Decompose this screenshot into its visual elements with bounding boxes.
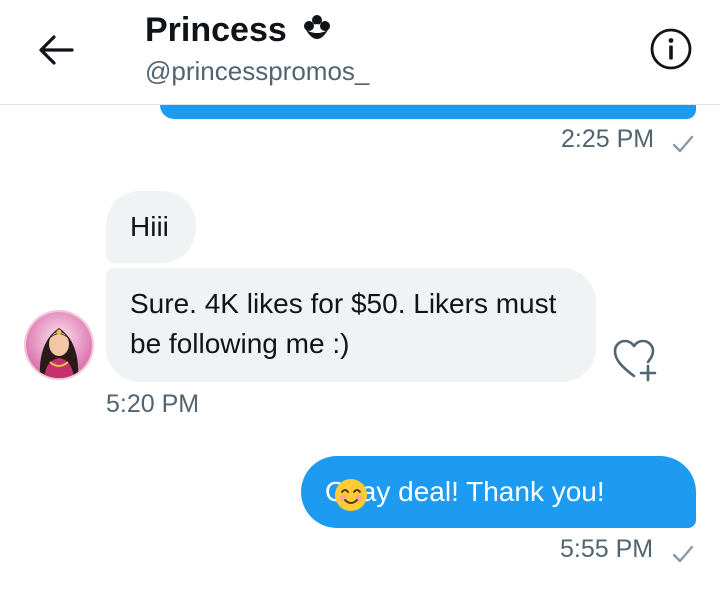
message-timestamp: 2:25 PM — [561, 125, 655, 153]
info-icon — [650, 28, 692, 70]
contact-name: Princess — [145, 11, 287, 49]
check-icon — [672, 135, 694, 153]
contact-name-row: Princess — [145, 10, 332, 53]
received-message-bubble[interactable]: Hiii — [106, 191, 196, 263]
conversation-header: Princess @princesspromos_ — [0, 0, 720, 105]
sent-message-bubble-partial[interactable] — [160, 105, 696, 119]
message-text: Sure. 4K likes for $50. Likers must be f… — [130, 288, 557, 359]
react-button[interactable] — [612, 338, 660, 382]
message-text: Hiii — [130, 211, 169, 242]
avatar[interactable] — [24, 310, 94, 380]
contact-handle: @princesspromos_ — [145, 56, 370, 86]
message-timestamp: 5:55 PM — [560, 535, 654, 563]
back-button[interactable] — [36, 32, 76, 68]
check-icon — [672, 545, 694, 563]
arrow-left-icon — [39, 35, 74, 65]
smiling-face-emoji — [335, 479, 367, 511]
message-timestamp: 5:20 PM — [106, 390, 200, 418]
info-button[interactable] — [650, 28, 692, 70]
flower-icon — [302, 12, 332, 53]
heart-plus-icon — [613, 339, 657, 382]
received-message-bubble[interactable]: Sure. 4K likes for $50. Likers must be f… — [106, 268, 596, 382]
